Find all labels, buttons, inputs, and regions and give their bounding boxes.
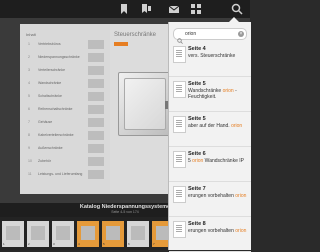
toc-row[interactable]: 7 Gehäuse	[28, 118, 104, 128]
page-thumbnail-highlighted[interactable]: 5	[102, 221, 124, 247]
bookmarks-icon[interactable]	[140, 3, 152, 15]
page-thumbnail[interactable]: 3	[52, 221, 74, 247]
toc-row[interactable]: 6 Reihenschaltschränke	[28, 105, 104, 115]
search-popup: × Seite 4 vers. Steuerschränke Seite 5 W…	[168, 22, 251, 252]
search-result[interactable]: Seite 4 vers. Steuerschränke	[169, 42, 251, 77]
search-input[interactable]	[185, 29, 235, 39]
mail-icon[interactable]	[168, 3, 180, 15]
search-result[interactable]: Seite 5 Wandschränke orion - Feuchtigkei…	[169, 77, 251, 112]
toc-row[interactable]: 9 Außenschränke	[28, 144, 104, 154]
toc-row[interactable]: 8 Kabelverteilerschränke	[28, 131, 104, 141]
page-left: Inhalt 1 Vertriebsbüros 2 Niederspannungss…	[20, 24, 110, 194]
search-icon[interactable]	[231, 3, 243, 15]
page-thumbnail[interactable]: 1	[2, 221, 24, 247]
orion-tag	[114, 42, 128, 46]
search-result[interactable]: Seite 7 erungen vorbehalten orion	[169, 182, 251, 217]
toc-row[interactable]: 5 Schaltschränke	[28, 92, 104, 102]
toc-row[interactable]: 2 Niederspannungsschränke	[28, 53, 104, 63]
cabinet-image	[118, 72, 172, 136]
result-thumbnail	[173, 186, 186, 203]
page-thumbnail-highlighted[interactable]: 4	[77, 221, 99, 247]
result-thumbnail	[173, 46, 186, 63]
page-thumbnail[interactable]: 2	[27, 221, 49, 247]
toc-header: Inhalt	[26, 32, 36, 37]
grid-icon[interactable]	[190, 3, 202, 15]
search-result[interactable]: Seite 8 erungen vorbehalten orion	[169, 217, 251, 252]
toc-row[interactable]: 11 Leistungs- und Lieferumfang	[28, 170, 104, 180]
toc-row[interactable]: 3 Verteilerschränke	[28, 66, 104, 76]
page-title: Steuerschränke	[114, 32, 157, 38]
toc-row[interactable]: 4 Wandschränke	[28, 79, 104, 89]
toc-row[interactable]: 10 Zubehör	[28, 157, 104, 167]
bookmark-icon[interactable]	[118, 3, 130, 15]
clear-search-icon[interactable]: ×	[238, 31, 244, 37]
toc-row[interactable]: 1 Vertriebsbüros	[28, 40, 104, 50]
result-thumbnail	[173, 81, 186, 98]
top-toolbar	[0, 0, 250, 18]
search-result[interactable]: Seite 6 5 orion Wandschränke IP	[169, 147, 251, 182]
page-thumbnail[interactable]: 6	[127, 221, 149, 247]
result-thumbnail	[173, 151, 186, 168]
search-field[interactable]: ×	[173, 28, 247, 44]
search-result[interactable]: Seite 5 aber auf der Hand. orion	[169, 112, 251, 147]
result-thumbnail	[173, 116, 186, 133]
search-icon	[177, 31, 183, 44]
result-thumbnail	[173, 221, 186, 238]
